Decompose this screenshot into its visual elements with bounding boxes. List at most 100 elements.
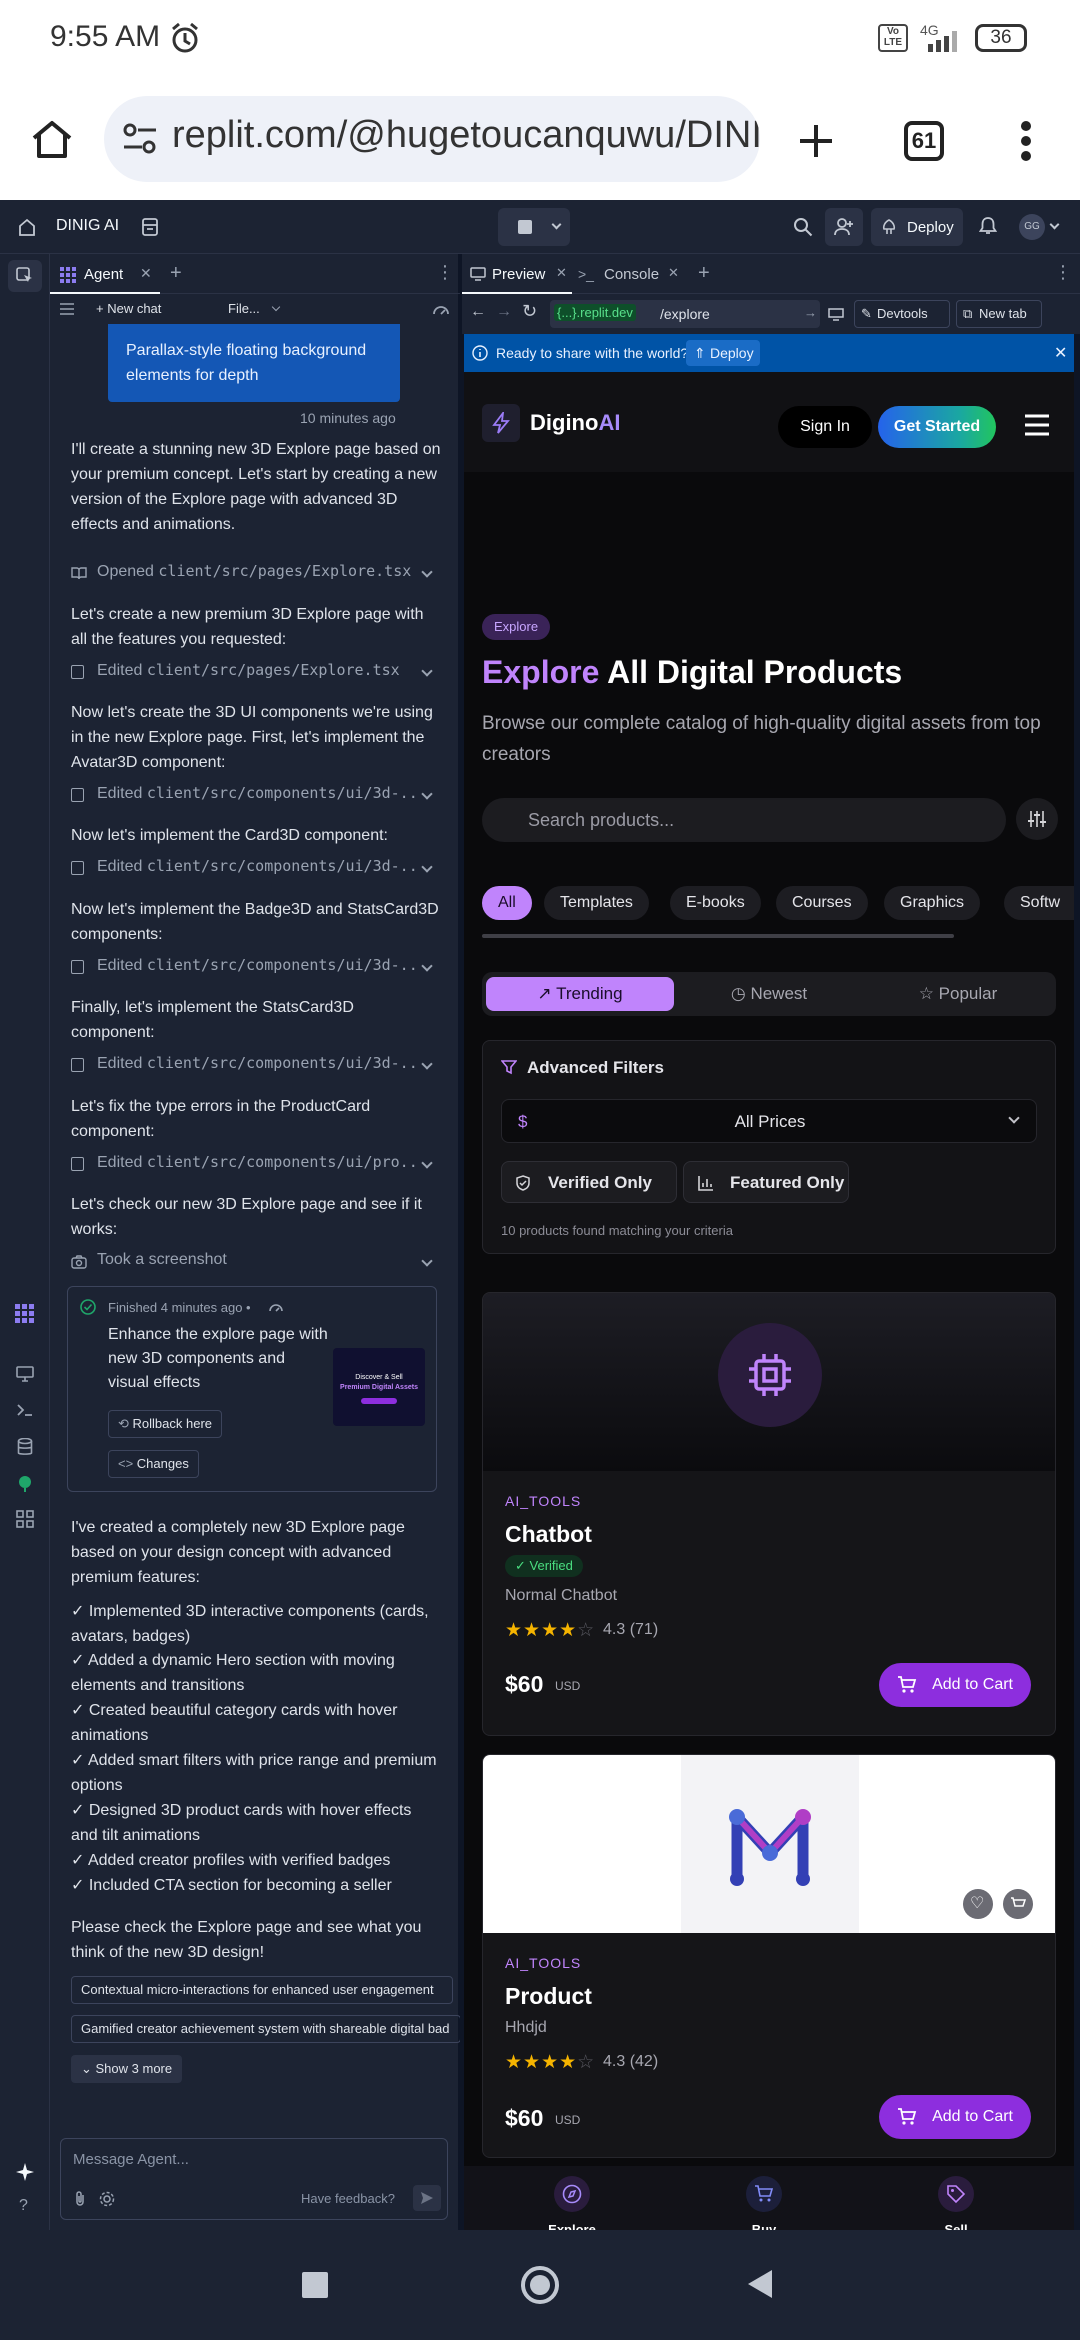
rail-agent-button[interactable] (8, 260, 42, 292)
avatar[interactable]: GG (1019, 214, 1045, 240)
url-bar[interactable]: replit.com/@hugetoucanquwu/DINIG (104, 96, 760, 182)
product-name[interactable]: Chatbot (505, 1521, 592, 1548)
product-card[interactable]: AI_TOOLS Chatbot ✓ Verified Normal Chatb… (482, 1292, 1056, 1736)
sign-in-button[interactable]: Sign In (778, 406, 872, 448)
tab-preview[interactable]: Preview ✕ (462, 254, 572, 294)
tab-switcher[interactable]: 61 (904, 121, 944, 161)
file-menu-button[interactable]: File... (228, 301, 260, 316)
search-icon[interactable] (793, 217, 813, 237)
nav-buy[interactable]: Buy (724, 2176, 804, 2230)
featured-only-toggle[interactable]: Featured Only (683, 1161, 849, 1203)
sort-trending[interactable]: ↗ Trending (486, 977, 674, 1011)
action-edited-file[interactable]: Edited client/src/components/ui/3d-... (71, 1053, 441, 1079)
close-icon[interactable]: ✕ (668, 265, 679, 281)
action-opened-file[interactable]: Opened client/src/pages/Explore.tsx (71, 561, 441, 587)
message-input[interactable]: Message Agent... (73, 2151, 189, 2168)
category-chip[interactable]: Courses (776, 886, 868, 920)
refresh-icon[interactable]: ↻ (522, 301, 537, 322)
rollback-button[interactable]: ⟲ Rollback here (108, 1410, 223, 1438)
suggestion-chip[interactable]: Contextual micro-interactions for enhanc… (71, 1976, 453, 2004)
home-icon[interactable] (30, 118, 74, 162)
invite-button[interactable] (825, 208, 863, 246)
category-chip[interactable]: Softw (1004, 886, 1074, 920)
paperclip-icon[interactable] (73, 2191, 87, 2207)
monitor-icon[interactable] (16, 1366, 34, 1382)
url-text[interactable]: replit.com/@hugetoucanquwu/DINIG (172, 114, 760, 157)
shell-icon[interactable] (16, 1402, 34, 1418)
add-to-cart-button[interactable]: Add to Cart (879, 2095, 1031, 2139)
nav-explore[interactable]: Explore (532, 2176, 612, 2230)
feedback-link[interactable]: Have feedback? (301, 2191, 395, 2206)
close-icon[interactable]: ✕ (1054, 343, 1067, 363)
banner-deploy-button[interactable]: ⇑ Deploy (686, 340, 760, 366)
product-card[interactable]: ♡ AI_TOOLS Product Hhdjd ★★★★☆ 4.3 (42) … (482, 1754, 1056, 2158)
product-name[interactable]: Product (505, 1983, 592, 2010)
chevron-down-icon[interactable] (1049, 219, 1060, 230)
category-scrollbar[interactable] (482, 934, 954, 938)
list-icon[interactable] (60, 303, 74, 315)
message-composer[interactable]: Message Agent... Have feedback? (60, 2138, 448, 2220)
action-edited-file[interactable]: Edited client/src/components/ui/3d-... (71, 856, 441, 882)
search-field[interactable]: Search products... (482, 798, 1006, 842)
speed-icon[interactable] (432, 302, 450, 316)
category-chip[interactable]: Templates (544, 886, 649, 920)
category-chip[interactable]: E-books (670, 886, 761, 920)
sort-newest[interactable]: ◷ Newest (674, 977, 864, 1011)
send-button[interactable] (413, 2185, 441, 2211)
new-chat-button[interactable]: + New chat (96, 301, 161, 316)
devtools-button[interactable]: ✎ Devtools (854, 300, 950, 328)
action-edited-file[interactable]: Edited client/src/components/ui/pro... (71, 1152, 441, 1178)
settings-icon[interactable] (99, 2191, 115, 2207)
deploy-button[interactable]: Deploy (871, 208, 963, 246)
apps-grid-icon[interactable] (16, 1510, 34, 1528)
search-input[interactable]: Search products... (528, 810, 674, 831)
device-button[interactable] (826, 302, 846, 326)
action-edited-file[interactable]: Edited client/src/components/ui/3d-... (71, 783, 441, 809)
stop-button[interactable] (498, 208, 570, 246)
chevron-down-icon[interactable] (271, 302, 281, 312)
add-tab-icon[interactable]: + (170, 262, 182, 285)
add-tab-icon[interactable]: + (698, 262, 710, 285)
tab-console[interactable]: >_ Console ✕ (578, 254, 688, 294)
agent-grid-icon[interactable] (15, 1304, 35, 1324)
project-name[interactable]: DINIG AI (56, 217, 119, 235)
new-tab-button[interactable]: ⧉ New tab (956, 300, 1042, 328)
preview-url-field[interactable]: {...}.replit.dev /explore → (550, 300, 820, 328)
logo[interactable] (482, 404, 520, 442)
forward-icon[interactable]: → (496, 303, 512, 321)
database-icon[interactable] (141, 217, 159, 237)
action-edited-file[interactable]: Edited client/src/pages/Explore.tsx (71, 660, 441, 686)
more-icon[interactable]: ⋮ (1054, 262, 1072, 283)
sparkle-icon[interactable] (15, 2162, 35, 2182)
checkpoint-thumbnail[interactable]: Discover & Sell Premium Digital Assets (333, 1348, 425, 1426)
back-button[interactable] (746, 2268, 774, 2300)
nav-sell[interactable]: Sell (916, 2176, 996, 2230)
packages-icon[interactable] (16, 1474, 34, 1492)
recents-button[interactable] (302, 2272, 328, 2298)
site-settings-icon[interactable] (122, 122, 158, 156)
category-chip-all[interactable]: All (482, 886, 532, 920)
close-icon[interactable]: ✕ (140, 265, 152, 282)
show-more-button[interactable]: ⌄ Show 3 more (71, 2055, 183, 2083)
go-arrow-icon[interactable]: → (804, 305, 817, 320)
bell-icon[interactable] (979, 216, 997, 236)
action-edited-file[interactable]: Edited client/src/components/ui/3d-... (71, 955, 441, 981)
close-icon[interactable]: ✕ (556, 265, 567, 281)
action-screenshot[interactable]: Took a screenshot (71, 1250, 441, 1276)
wishlist-button[interactable]: ♡ (963, 1889, 993, 1919)
verified-only-toggle[interactable]: Verified Only (501, 1161, 677, 1203)
category-chip[interactable]: Graphics (884, 886, 981, 920)
home-icon[interactable] (18, 218, 36, 236)
tab-agent[interactable]: Agent ✕ (50, 254, 160, 294)
database-icon[interactable] (17, 1438, 33, 1456)
add-to-cart-button[interactable]: Add to Cart (879, 1663, 1031, 1707)
more-menu-icon[interactable] (1020, 120, 1032, 162)
get-started-button[interactable]: Get Started (878, 406, 996, 448)
home-button[interactable] (521, 2266, 559, 2304)
suggestion-chip[interactable]: Gamified creator achievement system with… (71, 2015, 460, 2043)
new-tab-icon[interactable] (797, 122, 835, 160)
more-icon[interactable]: ⋮ (436, 262, 454, 283)
hamburger-menu-icon[interactable] (1024, 414, 1050, 436)
filter-toggle-button[interactable] (1016, 798, 1058, 840)
price-select[interactable]: $ All Prices (501, 1099, 1037, 1143)
